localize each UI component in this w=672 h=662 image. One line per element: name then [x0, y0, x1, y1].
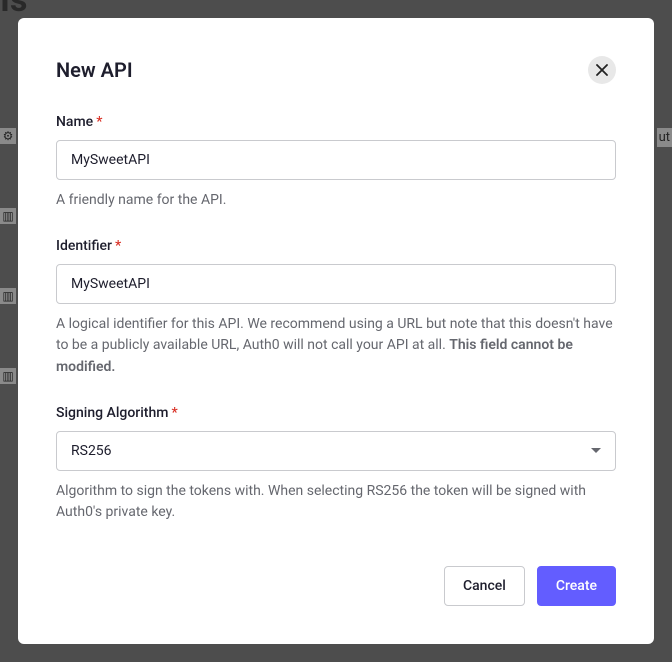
field-name: Name* A friendly name for the API. — [56, 114, 616, 212]
required-indicator: * — [115, 238, 121, 254]
modal-title: New API — [56, 58, 133, 82]
cancel-button[interactable]: Cancel — [444, 566, 525, 606]
algorithm-help: Algorithm to sign the tokens with. When … — [56, 481, 616, 524]
algorithm-value: RS256 — [71, 443, 112, 459]
identifier-label: Identifier* — [56, 238, 616, 254]
modal-header: New API — [56, 56, 616, 84]
name-input[interactable] — [56, 140, 616, 180]
algorithm-label: Signing Algorithm* — [56, 405, 616, 421]
name-label: Name* — [56, 114, 616, 130]
identifier-label-text: Identifier — [56, 238, 112, 254]
required-indicator: * — [96, 114, 102, 130]
identifier-help: A logical identifier for this API. We re… — [56, 314, 616, 379]
algorithm-select[interactable]: RS256 — [56, 431, 616, 471]
new-api-modal: New API Name* A friendly name for the AP… — [18, 18, 654, 644]
field-identifier: Identifier* A logical identifier for thi… — [56, 238, 616, 379]
modal-footer: Cancel Create — [56, 566, 616, 606]
algorithm-label-text: Signing Algorithm — [56, 405, 168, 421]
field-algorithm: Signing Algorithm* RS256 Algorithm to si… — [56, 405, 616, 524]
close-icon — [596, 64, 608, 76]
identifier-input[interactable] — [56, 264, 616, 304]
create-button[interactable]: Create — [537, 566, 616, 606]
name-label-text: Name — [56, 114, 93, 130]
close-button[interactable] — [588, 56, 616, 84]
required-indicator: * — [171, 405, 177, 421]
chevron-down-icon — [591, 448, 601, 453]
name-help: A friendly name for the API. — [56, 190, 616, 212]
